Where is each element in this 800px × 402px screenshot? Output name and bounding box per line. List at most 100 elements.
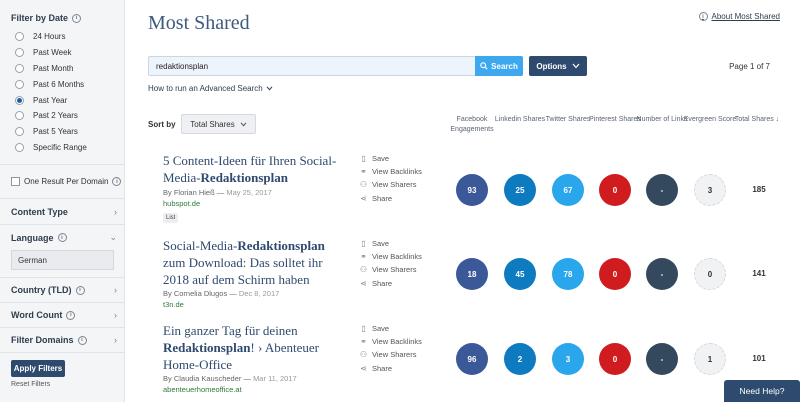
date-option-past-2-years[interactable]: Past 2 Years [15, 108, 87, 124]
date-option-past-week[interactable]: Past Week [15, 45, 87, 61]
word-count-filter[interactable]: Word Count i › [11, 310, 117, 320]
share-label: Share [372, 278, 393, 288]
about-most-shared-link[interactable]: i About Most Shared [698, 12, 780, 21]
radio-button-selected[interactable] [15, 95, 24, 105]
result-domain[interactable]: t3n.de [163, 300, 184, 309]
number-of-links[interactable]: - [646, 174, 678, 206]
number-of-links[interactable]: - [646, 343, 678, 375]
date-option-label: Past Week [33, 48, 72, 58]
chevron-down-icon [266, 86, 273, 91]
facebook-engagements[interactable]: 93 [456, 174, 488, 206]
linkedin-shares[interactable]: 2 [504, 343, 536, 375]
share-icon: ⋖ [360, 363, 367, 373]
one-result-per-domain-toggle[interactable]: One Result Per Domain i [11, 177, 122, 186]
search-button[interactable]: Search [475, 56, 523, 76]
linkedin-shares[interactable]: 25 [504, 174, 536, 206]
view-backlinks-action[interactable]: ⚭ View Backlinks [359, 335, 422, 348]
language-input[interactable]: German [11, 250, 114, 270]
filter-domains-filter[interactable]: Filter Domains i › [11, 335, 117, 345]
number-of-links[interactable]: - [646, 258, 678, 290]
apply-filters-button[interactable]: Apply Filters [11, 360, 65, 377]
filter-domains-heading: Filter Domains i [11, 335, 87, 345]
author[interactable]: By Claudia Kauscheder [163, 374, 241, 383]
page-title: Most Shared [148, 12, 250, 34]
twitter-shares[interactable]: 67 [552, 174, 584, 206]
date-option-past-year[interactable]: Past Year [15, 92, 87, 108]
options-dropdown[interactable]: Options [529, 56, 587, 76]
advanced-search-toggle[interactable]: How to run an Advanced Search [148, 84, 273, 93]
divider [0, 302, 125, 303]
result-title-link[interactable]: Ein ganzer Tag für deinen Redaktionsplan… [163, 322, 348, 373]
options-label: Options [536, 61, 567, 71]
radio-button[interactable] [15, 48, 24, 58]
publish-date: Dec 8, 2017 [238, 289, 280, 298]
author[interactable]: By Florian Hieß [163, 188, 215, 197]
twitter-shares[interactable]: 78 [552, 258, 584, 290]
date-option-past-month[interactable]: Past Month [15, 61, 87, 77]
facebook-engagements[interactable]: 96 [456, 343, 488, 375]
info-icon[interactable]: i [77, 335, 87, 345]
about-link-label: About Most Shared [711, 12, 780, 21]
country-filter[interactable]: Country (TLD) i › [11, 285, 117, 295]
info-icon[interactable]: i [66, 310, 76, 320]
evergreen-score[interactable]: 0 [694, 258, 726, 290]
linkedin-shares[interactable]: 45 [504, 258, 536, 290]
radio-button[interactable] [15, 111, 24, 121]
view-backlinks-action[interactable]: ⚭ View Backlinks [359, 165, 422, 178]
chevron-right-icon: › [114, 335, 117, 345]
save-action[interactable]: ▯ Save [359, 152, 422, 165]
share-action[interactable]: ⋖ Share [359, 192, 422, 205]
radio-button[interactable] [15, 32, 24, 42]
view-sharers-action[interactable]: ⚇ View Sharers [359, 348, 422, 361]
language-filter[interactable]: Language i ⌄ [11, 232, 117, 243]
date-option-past-5-years[interactable]: Past 5 Years [15, 124, 87, 140]
content-type-filter[interactable]: Content Type › [11, 207, 117, 217]
save-action[interactable]: ▯ Save [359, 322, 422, 335]
radio-button[interactable] [15, 63, 24, 73]
sort-select[interactable]: Total Shares [181, 114, 256, 134]
reset-filters-link[interactable]: Reset Filters [11, 381, 50, 388]
share-action[interactable]: ⋖ Share [359, 277, 422, 290]
search-input[interactable]: redaktionsplan [148, 56, 476, 76]
view-sharers-action[interactable]: ⚇ View Sharers [359, 178, 422, 191]
info-icon[interactable]: i [75, 285, 85, 295]
radio-button[interactable] [15, 127, 24, 137]
radio-button[interactable] [15, 142, 24, 152]
date-option-24-hours[interactable]: 24 Hours [15, 29, 87, 45]
pinterest-shares[interactable]: 0 [599, 258, 631, 290]
view-backlinks-action[interactable]: ⚭ View Backlinks [359, 250, 422, 263]
pinterest-shares[interactable]: 0 [599, 174, 631, 206]
share-action[interactable]: ⋖ Share [359, 362, 422, 375]
date-option-specific-range[interactable]: Specific Range [15, 140, 87, 156]
result-actions: ▯ Save ⚭ View Backlinks ⚇ View Sharers ⋖ Sha… [359, 152, 422, 205]
info-icon[interactable]: i [57, 233, 67, 242]
facebook-engagements[interactable]: 18 [456, 258, 488, 290]
result-title-link[interactable]: Social-Media-Redaktionsplan zum Download… [163, 237, 348, 288]
users-icon: ⚇ [359, 265, 368, 275]
need-help-button[interactable]: Need Help? [724, 380, 800, 402]
info-icon[interactable]: i [112, 177, 122, 186]
result-domain[interactable]: hubspot.de [163, 199, 200, 208]
radio-button[interactable] [15, 79, 24, 89]
result-domain[interactable]: abenteuerhomeoffice.at [163, 385, 242, 394]
date-option-past-6-months[interactable]: Past 6 Months [15, 76, 87, 92]
save-action[interactable]: ▯ Save [359, 237, 422, 250]
date-radio-group: 24 Hours Past Week Past Month Past 6 Mon… [15, 29, 87, 155]
twitter-shares[interactable]: 3 [552, 343, 584, 375]
evergreen-score[interactable]: 3 [694, 174, 726, 206]
advanced-search-label: How to run an Advanced Search [148, 84, 263, 93]
content-type-label: Content Type [11, 207, 68, 217]
view-backlinks-label: View Backlinks [372, 167, 422, 177]
title-text: zum Download: Das solltet ihr 2018 auf d… [163, 255, 323, 287]
author[interactable]: By Cornelia Dlugos [163, 289, 227, 298]
result-row: Social-Media-Redaktionsplan zum Download… [163, 237, 783, 321]
content-type-tag: List [163, 213, 179, 223]
info-icon[interactable]: i [72, 13, 82, 23]
pinterest-shares[interactable]: 0 [599, 343, 631, 375]
result-title-link[interactable]: 5 Content-Ideen für Ihren Social-Media-R… [163, 152, 348, 186]
checkbox[interactable] [11, 177, 20, 186]
filter-domains-label: Filter Domains [11, 335, 74, 345]
column-header-total-shares[interactable]: Total Shares ↓ [729, 115, 785, 125]
view-sharers-action[interactable]: ⚇ View Sharers [359, 263, 422, 276]
evergreen-score[interactable]: 1 [694, 343, 726, 375]
